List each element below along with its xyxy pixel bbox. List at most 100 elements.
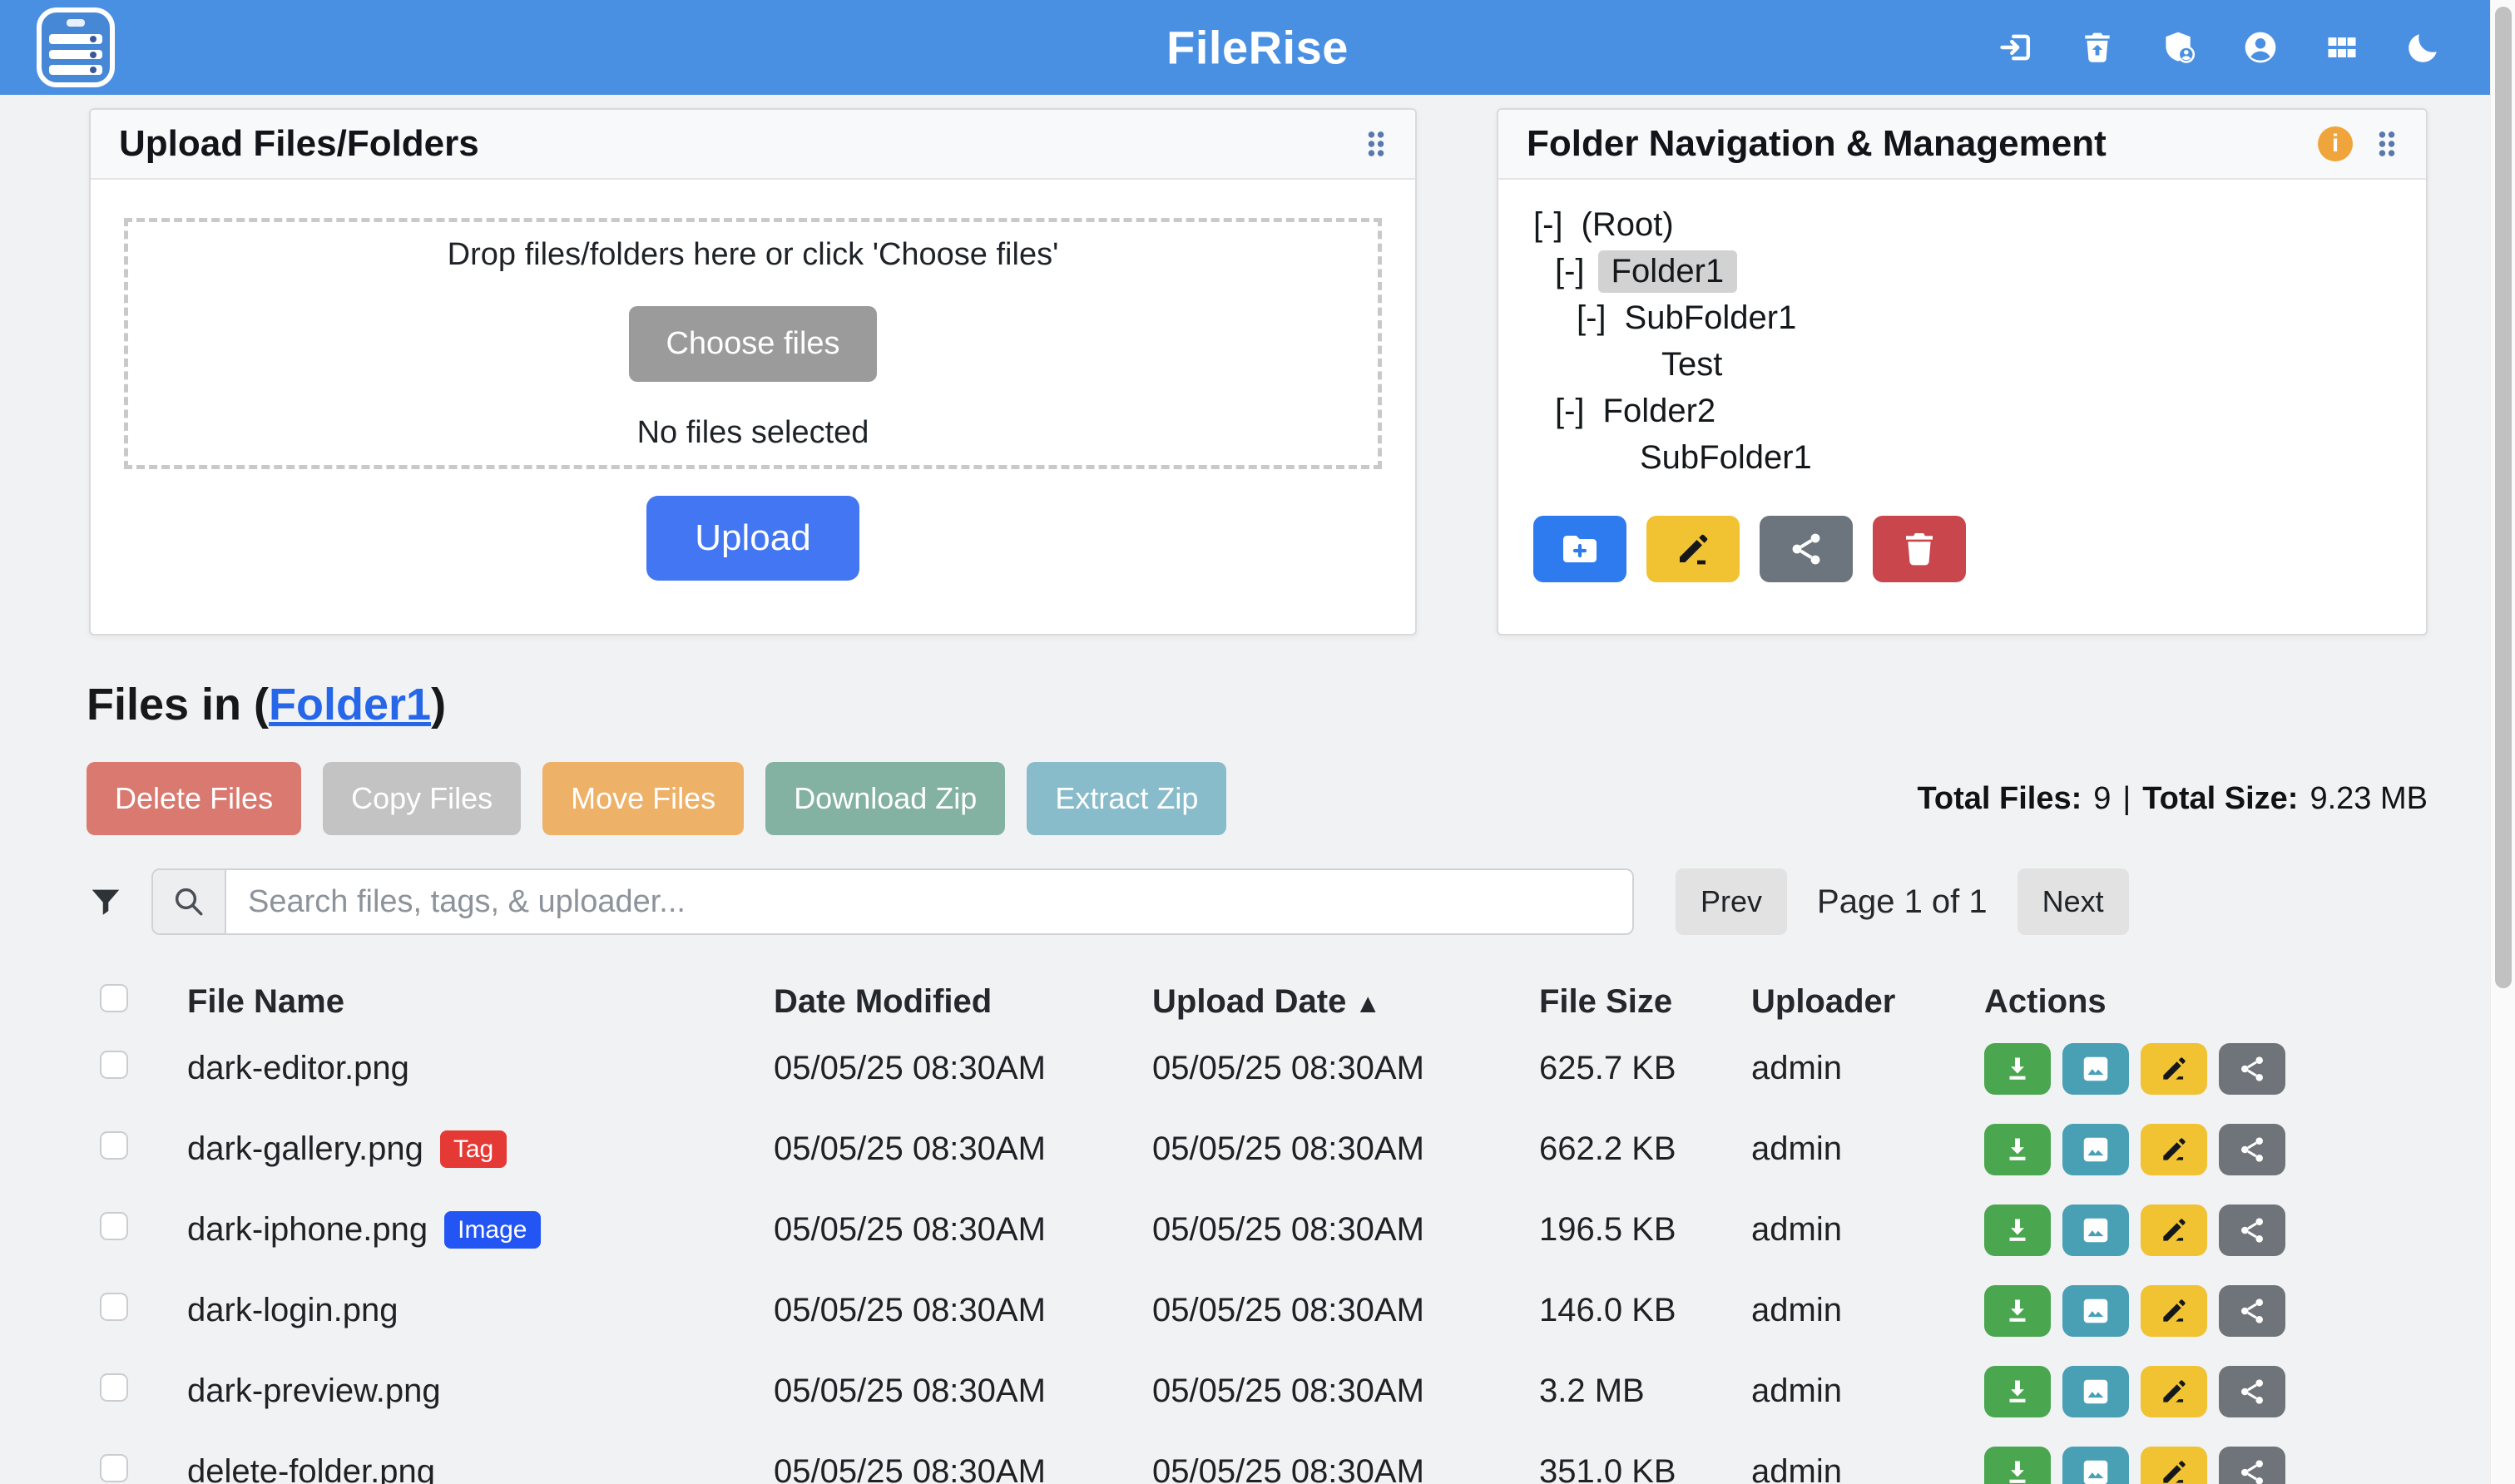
upload-card-body: Drop files/folders here or click 'Choose… [91, 180, 1415, 581]
logo-bar [49, 65, 102, 75]
logout-icon[interactable] [1998, 29, 2034, 66]
table-row: dark-editor.png05/05/25 08:30AM05/05/25 … [87, 1028, 2428, 1109]
file-name[interactable]: delete-folder.png [187, 1453, 435, 1484]
copy-files-button[interactable]: Copy Files [323, 762, 521, 835]
upload-dropzone[interactable]: Drop files/folders here or click 'Choose… [124, 218, 1382, 469]
share-icon [2236, 1295, 2268, 1327]
scrollbar-thumb[interactable] [2495, 7, 2512, 988]
preview-button[interactable] [2062, 1205, 2129, 1256]
totals-separator: | [2122, 781, 2131, 817]
share-folder-button[interactable] [1760, 516, 1853, 582]
download-button[interactable] [1984, 1366, 2051, 1417]
download-icon [2002, 1214, 2033, 1246]
app-logo-icon[interactable] [37, 7, 115, 87]
preview-button[interactable] [2062, 1366, 2129, 1417]
choose-files-button[interactable]: Choose files [629, 306, 876, 382]
upload-date: 05/05/25 08:30AM [1152, 1373, 1539, 1410]
col-file-name[interactable]: File Name [187, 983, 774, 1021]
edit-button[interactable] [2141, 1447, 2207, 1484]
extract-zip-button[interactable]: Extract Zip [1027, 762, 1226, 835]
file-size: 146.0 KB [1539, 1292, 1751, 1329]
scrollbar[interactable] [2490, 0, 2515, 1484]
preview-button[interactable] [2062, 1124, 2129, 1175]
tree-folder-label[interactable]: (Root) [1577, 204, 1679, 246]
account-icon[interactable] [2242, 29, 2279, 66]
upload-date: 05/05/25 08:30AM [1152, 1130, 1539, 1168]
preview-icon [2080, 1214, 2112, 1246]
row-actions [1984, 1205, 2300, 1256]
download-button[interactable] [1984, 1205, 2051, 1256]
file-name[interactable]: dark-gallery.png [187, 1130, 423, 1168]
tree-toggle-icon[interactable]: [-] [1533, 206, 1563, 244]
next-page-button[interactable]: Next [2017, 868, 2129, 935]
col-upload-date[interactable]: Upload Date▲ [1152, 983, 1539, 1021]
row-checkbox[interactable] [100, 1051, 128, 1079]
row-checkbox[interactable] [100, 1293, 128, 1321]
delete-files-button[interactable]: Delete Files [87, 762, 301, 835]
row-checkbox[interactable] [100, 1373, 128, 1402]
search-input[interactable] [226, 870, 1632, 933]
share-button[interactable] [2219, 1124, 2285, 1175]
restore-trash-icon[interactable] [2079, 29, 2116, 66]
preview-icon [2080, 1376, 2112, 1407]
delete-folder-button[interactable] [1873, 516, 1966, 582]
move-files-button[interactable]: Move Files [542, 762, 744, 835]
admin-panel-icon[interactable] [2161, 29, 2197, 66]
rename-folder-button[interactable] [1646, 516, 1740, 582]
upload-date: 05/05/25 08:30AM [1152, 1050, 1539, 1087]
download-zip-button[interactable]: Download Zip [765, 762, 1005, 835]
edit-button[interactable] [2141, 1285, 2207, 1337]
row-checkbox[interactable] [100, 1454, 128, 1482]
preview-button[interactable] [2062, 1043, 2129, 1095]
current-folder-link[interactable]: Folder1 [269, 680, 431, 730]
tree-toggle-icon[interactable]: [-] [1577, 299, 1607, 337]
drag-handle-icon[interactable] [1365, 128, 1387, 160]
create-folder-button[interactable] [1533, 516, 1626, 582]
upload-date: 05/05/25 08:30AM [1152, 1292, 1539, 1329]
info-icon[interactable]: i [2318, 126, 2353, 161]
tree-folder-label[interactable]: Folder1 [1598, 250, 1738, 293]
tree-item: [-] (Root) [1533, 201, 2406, 248]
share-button[interactable] [2219, 1285, 2285, 1337]
col-date-modified[interactable]: Date Modified [774, 983, 1152, 1021]
share-icon [2236, 1053, 2268, 1085]
edit-button[interactable] [2141, 1366, 2207, 1417]
tree-folder-label[interactable]: Test [1656, 344, 1727, 386]
row-checkbox[interactable] [100, 1131, 128, 1160]
preview-button[interactable] [2062, 1285, 2129, 1337]
folder-card-title: Folder Navigation & Management [1527, 123, 2107, 165]
edit-button[interactable] [2141, 1124, 2207, 1175]
col-file-size[interactable]: File Size [1539, 983, 1751, 1021]
share-button[interactable] [2219, 1205, 2285, 1256]
file-name[interactable]: dark-login.png [187, 1292, 399, 1329]
grid-view-icon[interactable] [2324, 29, 2360, 66]
edit-button[interactable] [2141, 1205, 2207, 1256]
col-uploader[interactable]: Uploader [1751, 983, 1984, 1021]
file-name[interactable]: dark-editor.png [187, 1050, 409, 1087]
download-button[interactable] [1984, 1285, 2051, 1337]
tree-toggle-icon[interactable]: [-] [1555, 393, 1585, 430]
tree-folder-label[interactable]: Folder2 [1598, 390, 1721, 433]
drag-handle-icon[interactable] [2376, 128, 2398, 160]
select-all-checkbox[interactable] [100, 984, 128, 1012]
file-name[interactable]: dark-iphone.png [187, 1211, 428, 1249]
dark-mode-icon[interactable] [2405, 29, 2442, 66]
total-size-value: 9.23 MB [2310, 781, 2428, 817]
file-name[interactable]: dark-preview.png [187, 1373, 441, 1410]
tree-folder-label[interactable]: SubFolder1 [1635, 437, 1817, 479]
share-button[interactable] [2219, 1043, 2285, 1095]
prev-page-button[interactable]: Prev [1676, 868, 1787, 935]
tree-folder-label[interactable]: SubFolder1 [1620, 297, 1802, 339]
download-button[interactable] [1984, 1447, 2051, 1484]
download-button[interactable] [1984, 1124, 2051, 1175]
share-button[interactable] [2219, 1366, 2285, 1417]
filter-icon[interactable] [87, 883, 125, 921]
preview-button[interactable] [2062, 1447, 2129, 1484]
row-checkbox[interactable] [100, 1212, 128, 1240]
download-button[interactable] [1984, 1043, 2051, 1095]
upload-button[interactable]: Upload [646, 496, 859, 581]
share-button[interactable] [2219, 1447, 2285, 1484]
bulk-action-buttons: Delete Files Copy Files Move Files Download… [87, 762, 1226, 835]
edit-button[interactable] [2141, 1043, 2207, 1095]
tree-toggle-icon[interactable]: [-] [1555, 253, 1585, 290]
